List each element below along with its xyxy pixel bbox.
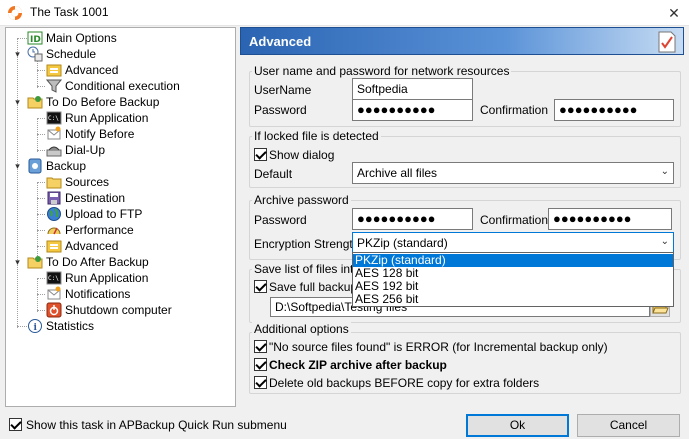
tree-item-shutdown[interactable]: Shutdown computer [6,302,235,318]
folder-icon [27,96,43,109]
cancel-button[interactable]: Cancel [577,414,680,437]
console-icon: C:\ [46,271,62,285]
tree-item-statistics[interactable]: i Statistics [6,318,235,334]
notify-icon [47,126,61,140]
encryption-strength-dropdown[interactable]: PKZip (standard) AES 128 bit AES 192 bit… [352,252,674,307]
advanced-icon [46,64,62,77]
performance-icon [47,227,61,235]
network-group-title: User name and password for network resou… [252,64,512,78]
confirmation-label: Confirmation [480,103,549,117]
ok-button[interactable]: Ok [466,414,569,437]
filter-icon [46,79,62,93]
tree-item-destination[interactable]: Destination [6,190,235,206]
chevron-down-icon: ⌄ [660,166,669,177]
disk-icon [47,191,61,205]
checklist-icon [658,31,676,53]
default-action-value: Archive all files [357,166,438,180]
quick-run-label: Show this task in APBackup Quick Run sub… [26,418,287,432]
collapse-icon[interactable]: ▾ [13,258,22,267]
network-password-input[interactable]: ●●●●●●●●●● [352,99,473,121]
default-action-select[interactable]: Archive all files ⌄ [352,162,674,184]
dropdown-option-aes256[interactable]: AES 256 bit [353,293,673,306]
archive-password-input[interactable]: ●●●●●●●●●● [352,208,473,230]
archive-confirmation-input[interactable]: ●●●●●●●●●● [548,208,672,230]
tree-item-todo-after[interactable]: ▾ To Do After Backup [6,254,235,270]
dialup-icon [46,146,62,157]
close-icon[interactable]: ✕ [659,0,689,26]
options-tree[interactable]: ID Main Options ▾ Schedule Advanced Cond… [5,27,236,407]
archive-group-title: Archive password [252,193,351,207]
show-dialog-checkbox[interactable] [254,148,267,161]
save-full-backup-label: Save full backup [269,280,358,294]
svg-text:C:\: C:\ [48,275,59,282]
schedule-icon [27,46,43,62]
collapse-icon[interactable]: ▾ [13,162,22,171]
notify-icon [47,286,61,300]
save-list-group-title: Save list of files into l [252,262,369,276]
tree-item-main-options[interactable]: ID Main Options [6,30,235,46]
additional-options-title: Additional options [252,322,351,336]
window-title: The Task 1001 [30,5,109,19]
tree-item-performance[interactable]: Performance [6,222,235,238]
no-source-error-checkbox[interactable] [254,340,267,353]
advanced-icon [46,240,62,253]
panel-title: Advanced [249,34,312,49]
tree-item-schedule[interactable]: ▾ Schedule [6,46,235,62]
tree-item-schedule-advanced[interactable]: Advanced [6,62,235,78]
tree-item-sources[interactable]: Sources [6,174,235,190]
no-source-error-label: "No source files found" is ERROR (for In… [269,340,608,354]
show-dialog-label: Show dialog [269,148,335,162]
locked-group-title: If locked file is detected [252,129,381,143]
title-bar: The Task 1001 ✕ [0,0,689,26]
svg-text:C:\: C:\ [48,115,59,122]
check-zip-label: Check ZIP archive after backup [269,358,447,372]
shutdown-icon [46,302,62,318]
tree-item-before-run-app[interactable]: C:\ Run Application [6,110,235,126]
globe-icon [47,207,61,221]
tree-item-backup[interactable]: ▾ Backup [6,158,235,174]
info-icon: i [28,319,42,333]
chevron-down-icon: ⌄ [660,236,669,247]
username-input[interactable]: Softpedia [352,78,473,100]
encryption-strength-label: Encryption Strength [254,237,360,251]
check-zip-checkbox[interactable] [254,358,267,371]
network-confirmation-input[interactable]: ●●●●●●●●●● [554,99,674,121]
username-label: UserName [254,83,312,97]
tree-item-notify-before[interactable]: Notify Before [6,126,235,142]
tree-item-upload-ftp[interactable]: Upload to FTP [6,206,235,222]
tree-item-backup-advanced[interactable]: Advanced [6,238,235,254]
tree-item-conditional-execution[interactable]: Conditional execution [6,78,235,94]
save-full-backup-checkbox[interactable] [254,280,267,293]
lifebuoy-icon [8,6,22,20]
svg-text:ID: ID [30,35,41,45]
console-icon: C:\ [46,111,62,125]
delete-old-backups-label: Delete old backups BEFORE copy for extra… [269,376,540,390]
backup-icon [28,158,42,174]
tree-item-todo-before[interactable]: ▾ To Do Before Backup [6,94,235,110]
id-icon: ID [27,31,43,45]
collapse-icon[interactable]: ▾ [13,98,22,107]
archive-confirmation-label: Confirmation [480,213,549,227]
tree-item-notifications[interactable]: Notifications [6,286,235,302]
default-label: Default [254,167,293,181]
folder-icon [46,177,62,189]
password-label: Password [254,103,307,117]
encryption-strength-value: PKZip (standard) [357,236,448,250]
collapse-icon[interactable]: ▾ [13,50,22,59]
panel-header: Advanced [240,27,684,55]
tree-item-after-run-app[interactable]: C:\ Run Application [6,270,235,286]
quick-run-checkbox[interactable] [9,418,22,431]
folder-icon [27,256,43,269]
archive-password-label: Password [254,213,307,227]
svg-text:i: i [34,323,38,333]
delete-old-backups-checkbox[interactable] [254,376,267,389]
tree-item-dialup[interactable]: Dial-Up [6,142,235,158]
